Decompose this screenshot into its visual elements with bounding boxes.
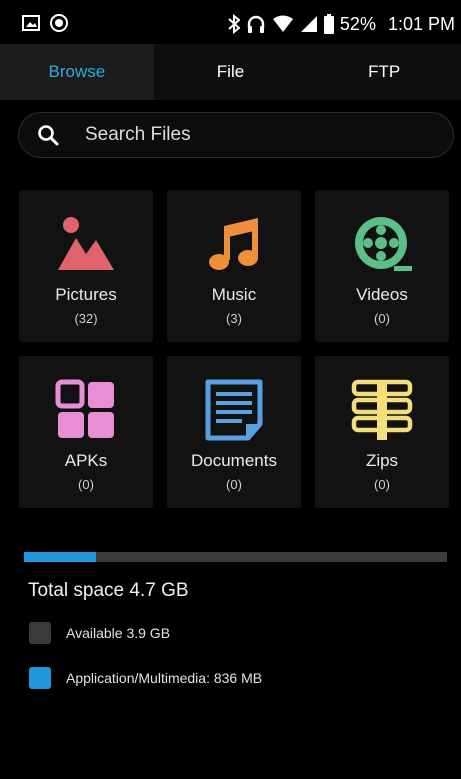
apks-icon [55, 379, 114, 438]
tab-browse[interactable]: Browse [0, 44, 154, 100]
category-music[interactable]: Music (3) [167, 190, 301, 342]
category-label: Documents [191, 451, 277, 470]
legend-available: Available 3.9 GB [29, 622, 170, 644]
category-videos[interactable]: Videos (0) [315, 190, 449, 342]
tab-ftp[interactable]: FTP [307, 44, 461, 100]
legend-multimedia: Application/Multimedia: 836 MB [29, 667, 262, 689]
category-label: Music [211, 285, 257, 304]
storage-used-fill [24, 552, 96, 562]
search-input[interactable] [83, 123, 417, 147]
category-documents[interactable]: Documents (0) [167, 356, 301, 508]
wifi-icon [272, 15, 293, 32]
status-icons: 52% 1:01 PM [228, 12, 455, 36]
pictures-icon [58, 217, 114, 270]
storage-usage-bar [24, 552, 447, 562]
category-count: (3) [226, 311, 242, 326]
tab-bar: Browse File FTP [0, 44, 461, 100]
fm-radio-icon [50, 14, 68, 32]
category-label: APKs [64, 451, 108, 470]
category-pictures[interactable]: Pictures (32) [19, 190, 153, 342]
category-count: (0) [226, 477, 242, 492]
category-label: Videos [356, 285, 408, 304]
category-count: (0) [374, 477, 390, 492]
category-count: (0) [374, 311, 390, 326]
legend-swatch-multimedia [29, 667, 51, 689]
category-label: Pictures [55, 285, 117, 304]
search-icon[interactable] [37, 124, 59, 146]
total-space-label: Total space 4.7 GB [28, 580, 189, 601]
legend-label: Application/Multimedia: 836 MB [66, 670, 263, 686]
headphones-icon [247, 15, 265, 33]
battery-icon [323, 14, 334, 34]
bluetooth-icon [228, 14, 240, 34]
status-time: 1:01 PM [387, 13, 455, 34]
category-count: (32) [74, 311, 98, 326]
music-icon [209, 218, 258, 270]
category-count: (0) [78, 477, 94, 492]
image-notification-icon [22, 15, 40, 31]
battery-percent: 52% [339, 13, 376, 34]
legend-label: Available 3.9 GB [66, 625, 171, 641]
documents-icon [205, 379, 263, 441]
search-bar[interactable] [18, 112, 454, 158]
videos-icon [355, 217, 412, 271]
category-label: Zips [365, 451, 399, 470]
status-bar: 52% 1:01 PM [0, 0, 461, 48]
legend-swatch-available [29, 622, 51, 644]
cell-signal-icon [300, 16, 317, 32]
category-apks[interactable]: APKs (0) [19, 356, 153, 508]
category-grid: Pictures (32) Music (3) Videos (0) APKs … [19, 190, 449, 508]
tab-file[interactable]: File [154, 44, 308, 100]
category-zips[interactable]: Zips (0) [315, 356, 449, 508]
zips-icon [351, 379, 413, 440]
